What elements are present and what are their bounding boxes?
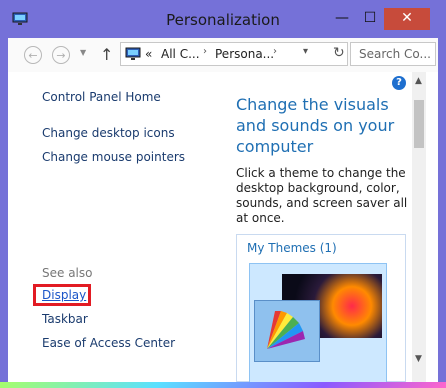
search-box[interactable]: Search Co... xyxy=(350,42,436,66)
scroll-thumb[interactable] xyxy=(414,100,424,148)
themes-group: My Themes (1) xyxy=(236,234,406,382)
change-desktop-icons-link[interactable]: Change desktop icons xyxy=(42,126,175,140)
see-also-heading: See also xyxy=(42,266,93,280)
taskbar-link[interactable]: Taskbar xyxy=(42,312,88,326)
history-dropdown-icon[interactable]: ▼ xyxy=(80,48,86,57)
page-heading: Change the visuals and sounds on your co… xyxy=(236,95,395,156)
breadcrumb-separator[interactable]: › xyxy=(203,46,207,57)
control-panel-icon xyxy=(125,47,141,60)
vertical-scrollbar[interactable]: ▲ ▼ xyxy=(412,72,426,382)
change-mouse-pointers-link[interactable]: Change mouse pointers xyxy=(42,150,185,164)
back-button[interactable]: ← xyxy=(24,46,42,64)
content-area: ? Control Panel Home Change desktop icon… xyxy=(8,72,438,382)
scroll-down-icon[interactable]: ▼ xyxy=(415,354,422,364)
minimize-button[interactable]: — xyxy=(330,8,354,30)
title-bar: Personalization — ☐ ✕ xyxy=(0,0,446,38)
color-fan-icon xyxy=(254,300,320,362)
scroll-up-icon[interactable]: ▲ xyxy=(415,76,422,86)
address-bar[interactable]: « All C... › Persona... › ▾ ↻ xyxy=(120,42,348,66)
breadcrumb-all-control-panel[interactable]: All C... xyxy=(161,47,200,61)
refresh-icon[interactable]: ↻ xyxy=(333,45,345,61)
theme-thumbnail[interactable] xyxy=(249,263,387,382)
personalization-window: Personalization — ☐ ✕ ← → ▼ ↑ « All C...… xyxy=(0,0,446,382)
navigation-toolbar: ← → ▼ ↑ « All C... › Persona... › ▾ ↻ Se… xyxy=(8,38,438,72)
close-button[interactable]: ✕ xyxy=(384,8,430,30)
address-dropdown-icon[interactable]: ▾ xyxy=(303,46,308,57)
page-description: Click a theme to change the desktop back… xyxy=(236,166,408,225)
forward-button[interactable]: → xyxy=(52,46,70,64)
up-arrow-icon[interactable]: ↑ xyxy=(100,45,113,64)
breadcrumb-overflow[interactable]: « xyxy=(145,47,152,61)
maximize-button[interactable]: ☐ xyxy=(358,8,382,30)
help-icon[interactable]: ? xyxy=(392,76,406,90)
control-panel-home-link[interactable]: Control Panel Home xyxy=(42,90,161,104)
ease-of-access-center-link[interactable]: Ease of Access Center xyxy=(42,336,175,350)
display-link[interactable]: Display xyxy=(42,288,86,302)
breadcrumb-separator[interactable]: › xyxy=(273,46,277,57)
my-themes-label: My Themes (1) xyxy=(247,241,337,255)
search-placeholder: Search Co... xyxy=(359,47,431,61)
breadcrumb-personalization[interactable]: Persona... xyxy=(215,47,274,61)
